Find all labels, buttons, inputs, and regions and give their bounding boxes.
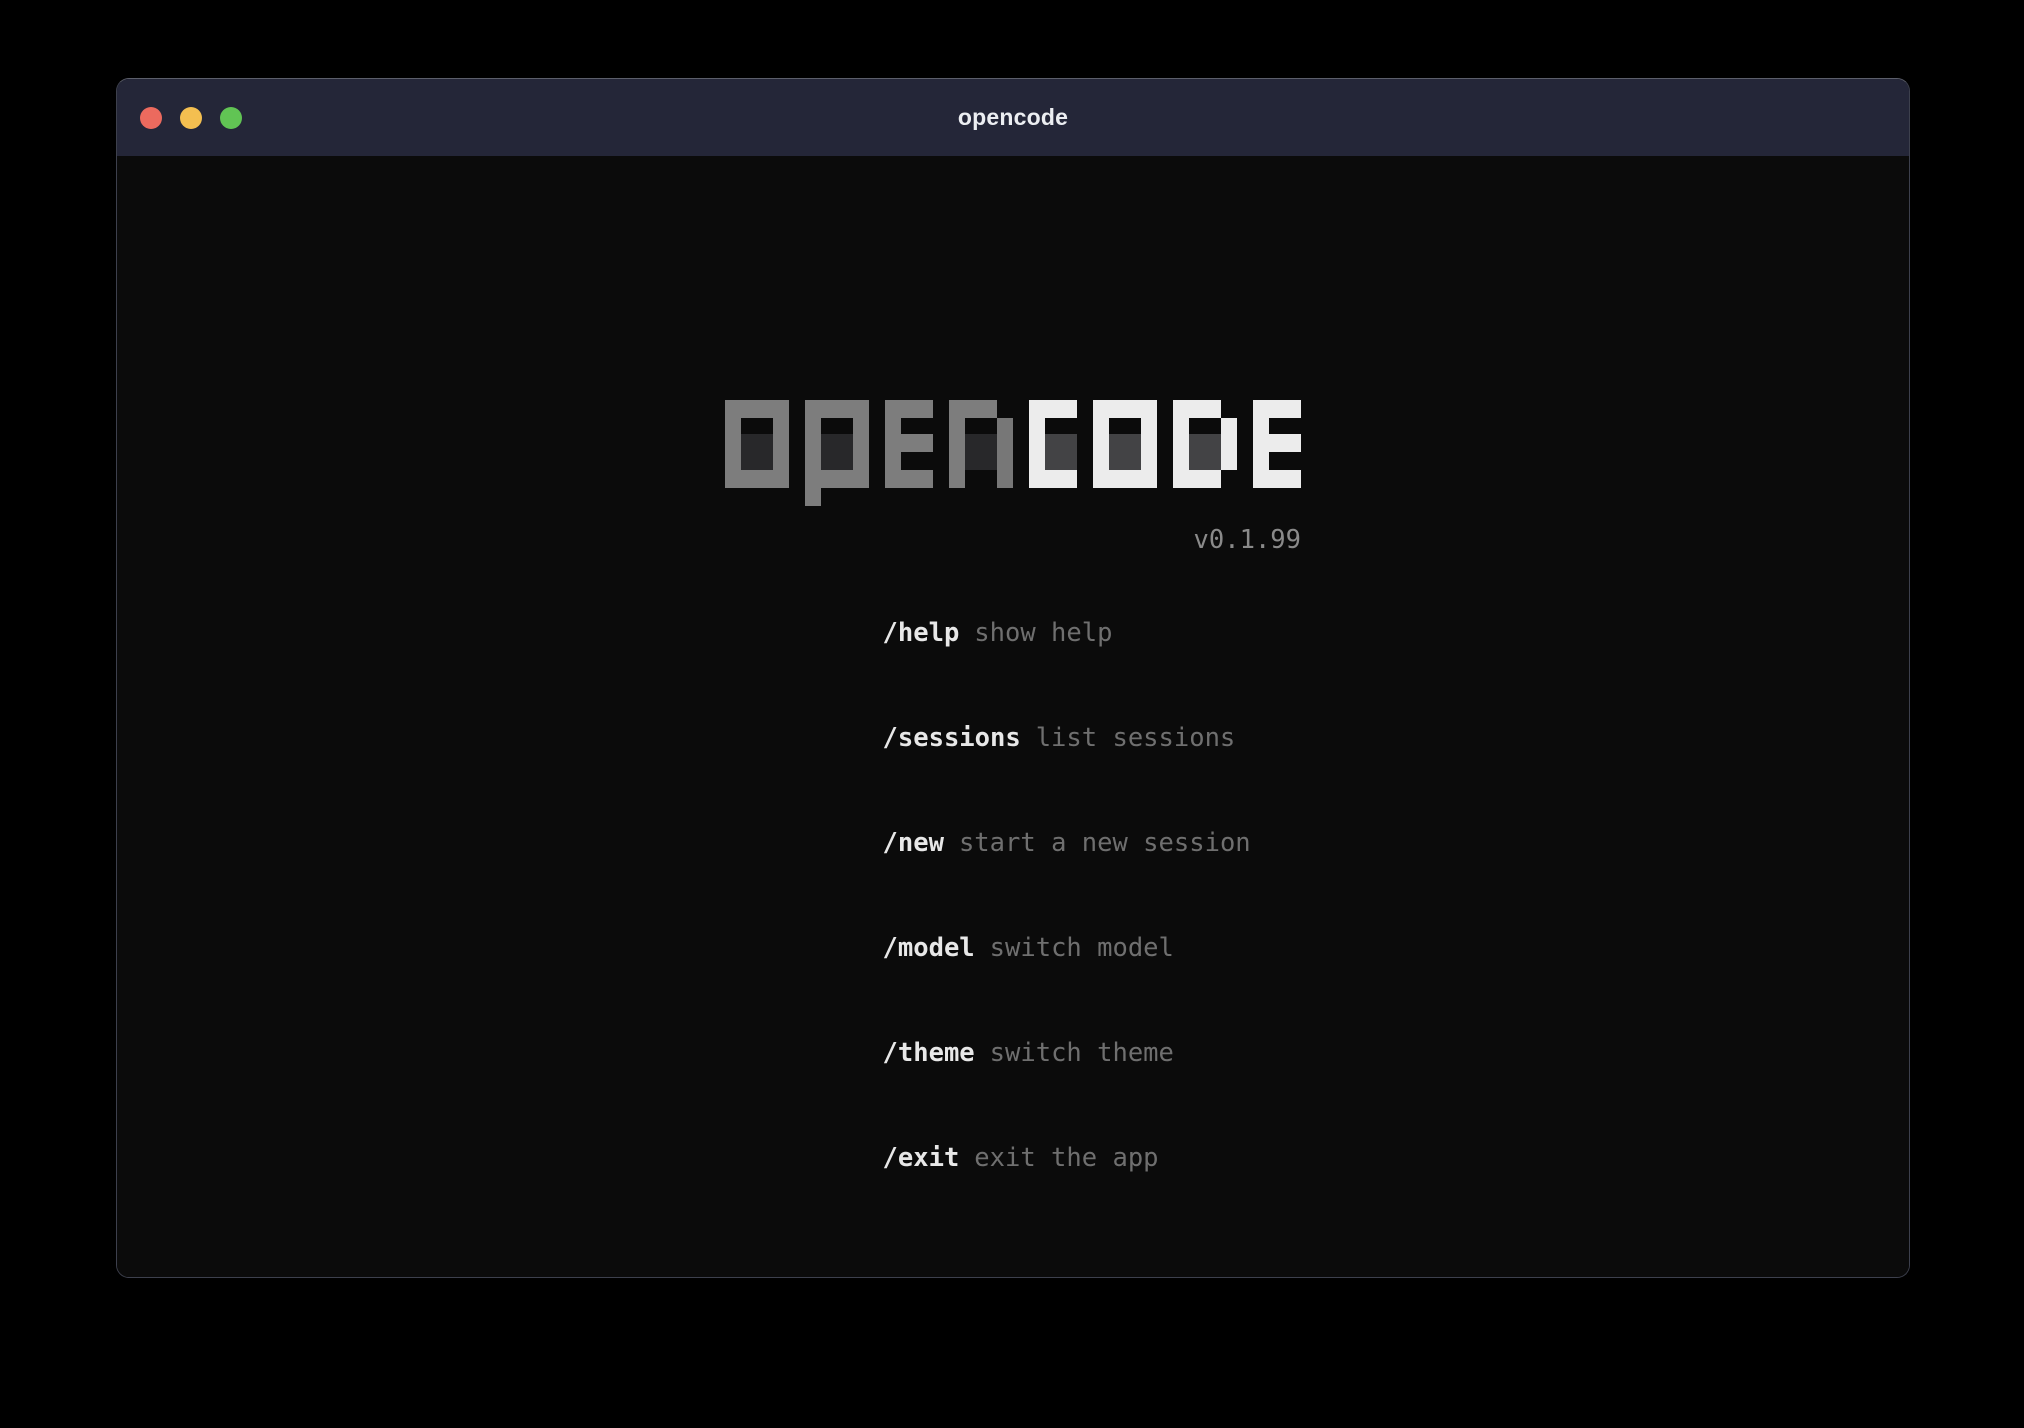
command-name: /model [883,933,975,963]
command-description: list sessions [1036,723,1236,753]
terminal-content: v0.1.99 /help show help /sessions list ses… [117,400,1909,1278]
command-description: start a new session [959,828,1251,858]
command-item: /sessions list sessions [729,686,1301,791]
command-description: switch theme [990,1038,1174,1068]
command-name: /sessions [883,723,1021,753]
hero-block: v0.1.99 /help show help /sessions list ses… [725,400,1301,1211]
app-window: opencode [116,78,1910,1278]
version-label: v0.1.99 [725,526,1301,554]
window-title: opencode [958,104,1068,131]
zoom-button[interactable] [220,107,242,129]
command-item: /theme switch theme [729,1001,1301,1106]
command-item: /exit exit the app [729,1106,1301,1211]
command-name: /help [883,618,960,648]
command-item: /help show help [729,581,1301,686]
command-description: show help [974,618,1112,648]
command-list: /help show help /sessions list sessions /n… [725,581,1301,1211]
command-name: /exit [883,1143,960,1173]
opencode-logo [725,400,1301,506]
traffic-lights [140,79,242,156]
command-description: exit the app [974,1143,1158,1173]
command-item: /new start a new session [729,791,1301,896]
command-description: switch model [990,933,1174,963]
command-name: /new [883,828,944,858]
close-button[interactable] [140,107,162,129]
command-name: /theme [883,1038,975,1068]
command-item: /model switch model [729,896,1301,1001]
minimize-button[interactable] [180,107,202,129]
titlebar[interactable]: opencode [117,79,1909,156]
